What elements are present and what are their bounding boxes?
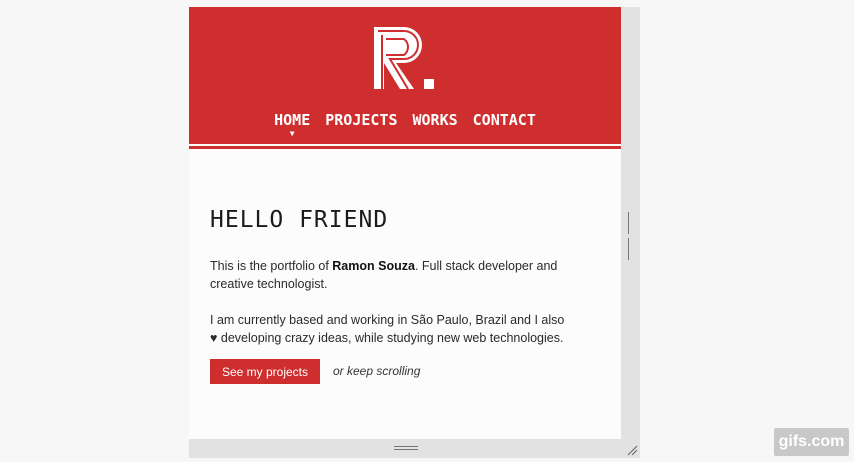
nav-label-contact: CONTACT [472, 111, 536, 129]
nav-item-contact[interactable]: CONTACT [473, 111, 536, 129]
chevron-down-icon: ▼ [289, 129, 295, 138]
page-viewport: HOME ▼ PROJECTS WORKS CONTACT HELLO FRIE… [189, 7, 621, 439]
keep-scrolling-text: or keep scrolling [333, 364, 421, 378]
see-projects-button[interactable]: See my projects [210, 359, 320, 384]
intro-paragraph: This is the portfolio of Ramon Souza. Fu… [210, 257, 570, 293]
resize-grip-icon[interactable] [626, 444, 638, 456]
gifs-watermark: gifs.com [774, 428, 849, 456]
main-nav: HOME ▼ PROJECTS WORKS CONTACT [189, 111, 621, 138]
horizontal-scrollbar[interactable] [189, 439, 640, 458]
nav-item-home[interactable]: HOME ▼ [274, 111, 311, 138]
location-paragraph: I am currently based and working in São … [210, 313, 565, 345]
author-name: Ramon Souza [332, 259, 415, 273]
nav-label-home: HOME [274, 111, 311, 129]
nav-label-works: WORKS [412, 111, 458, 129]
hero-heading: HELLO FRIEND [210, 207, 389, 233]
logo-icon[interactable] [374, 27, 438, 91]
browser-frame: HOME ▼ PROJECTS WORKS CONTACT HELLO FRIE… [189, 7, 640, 458]
scroll-grip-icon[interactable] [628, 212, 633, 260]
header-divider [189, 146, 621, 149]
nav-item-projects[interactable]: PROJECTS [325, 111, 397, 129]
nav-item-works[interactable]: WORKS [413, 111, 458, 129]
nav-label-projects: PROJECTS [325, 111, 398, 129]
vertical-scrollbar[interactable] [621, 7, 640, 439]
site-header: HOME ▼ PROJECTS WORKS CONTACT [189, 7, 621, 144]
scroll-grip-icon[interactable] [394, 446, 418, 451]
intro-prefix: This is the portfolio of [210, 259, 333, 273]
